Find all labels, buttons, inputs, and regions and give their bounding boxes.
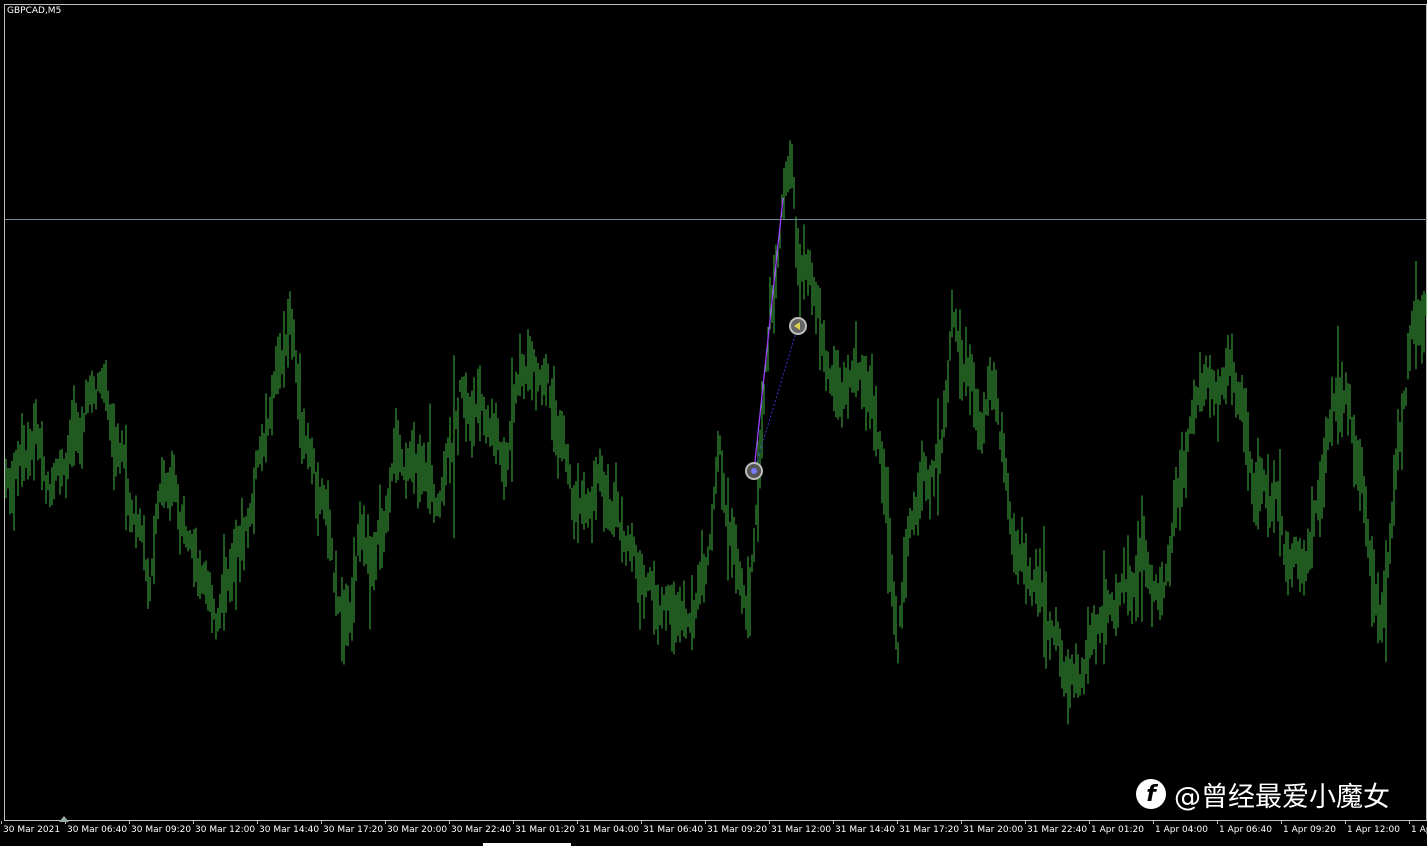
time-axis-tick xyxy=(897,821,898,824)
time-axis-label: 1 Apr 12:00 xyxy=(1347,825,1400,835)
time-axis-label: 31 Mar 04:00 xyxy=(579,825,640,835)
time-axis-label: 30 Mar 06:40 xyxy=(67,825,128,835)
time-axis-tick xyxy=(1345,821,1346,824)
time-axis-tick xyxy=(641,821,642,824)
time-axis-label: 31 Mar 17:20 xyxy=(899,825,960,835)
weibo-logo-icon: f xyxy=(1136,779,1166,809)
time-axis-tick xyxy=(129,821,130,824)
time-axis-label: 31 Mar 01:20 xyxy=(515,825,576,835)
trade-entry-line xyxy=(753,197,784,472)
time-axis-label: 31 Mar 20:00 xyxy=(963,825,1024,835)
time-axis-tick xyxy=(513,821,514,824)
time-axis-tick xyxy=(833,821,834,824)
price-bars xyxy=(5,140,1427,725)
time-axis-label: 30 Mar 14:40 xyxy=(259,825,320,835)
time-axis-tick xyxy=(1,821,2,824)
symbol-label: GBPCAD,M5 xyxy=(7,6,62,16)
time-axis-tick xyxy=(1281,821,1282,824)
watermark: f @曾经最爱小魔女 xyxy=(1136,776,1390,813)
time-axis-tick xyxy=(577,821,578,824)
time-axis-label: 1 Apr 09:20 xyxy=(1283,825,1336,835)
time-axis-label: 1 Apr xyxy=(1411,825,1427,835)
trade-dotted-line xyxy=(753,325,799,472)
time-axis[interactable]: 30 Mar 2021 30 Mar 06:40 30 Mar 09:20 30 Ma… xyxy=(0,821,1427,846)
time-axis-tick xyxy=(1409,821,1410,824)
time-axis-tick xyxy=(449,821,450,824)
time-axis-label: 31 Mar 22:40 xyxy=(1027,825,1088,835)
time-axis-tick xyxy=(705,821,706,824)
time-axis-tick xyxy=(193,821,194,824)
time-axis-label: 1 Apr 06:40 xyxy=(1219,825,1272,835)
time-axis-tick xyxy=(1089,821,1090,824)
chart-shift-marker-icon[interactable] xyxy=(59,816,69,822)
time-axis-tick xyxy=(1153,821,1154,824)
chart-frame xyxy=(4,4,1427,821)
time-axis-label: 30 Mar 20:00 xyxy=(387,825,448,835)
price-chart[interactable] xyxy=(0,0,1427,846)
time-axis-tick xyxy=(257,821,258,824)
time-axis-label: 30 Mar 2021 xyxy=(3,825,61,835)
time-axis-tick xyxy=(1217,821,1218,824)
time-axis-tick xyxy=(961,821,962,824)
time-axis-label: 31 Mar 14:40 xyxy=(835,825,896,835)
plus-icon xyxy=(751,468,757,474)
trade-entry-marker[interactable] xyxy=(745,462,763,480)
time-axis-label: 30 Mar 17:20 xyxy=(323,825,384,835)
chart-window[interactable]: GBPCAD,M5 30 Mar 2021 30 Mar 06:40 30 Mar … xyxy=(0,0,1427,846)
time-axis-label: 30 Mar 09:20 xyxy=(131,825,192,835)
time-axis-tick xyxy=(321,821,322,824)
time-axis-label: 31 Mar 09:20 xyxy=(707,825,768,835)
time-axis-label: 30 Mar 12:00 xyxy=(195,825,256,835)
time-axis-tick xyxy=(1025,821,1026,824)
watermark-text: @曾经最爱小魔女 xyxy=(1174,781,1390,813)
time-axis-label: 31 Mar 06:40 xyxy=(643,825,704,835)
time-axis-label: 30 Mar 22:40 xyxy=(451,825,512,835)
time-axis-label: 1 Apr 01:20 xyxy=(1091,825,1144,835)
time-axis-tick xyxy=(769,821,770,824)
time-axis-tick xyxy=(385,821,386,824)
time-axis-label: 1 Apr 04:00 xyxy=(1155,825,1208,835)
trade-exit-marker[interactable] xyxy=(789,317,807,335)
trade-arrows[interactable] xyxy=(745,197,807,480)
time-axis-label: 31 Mar 12:00 xyxy=(771,825,832,835)
